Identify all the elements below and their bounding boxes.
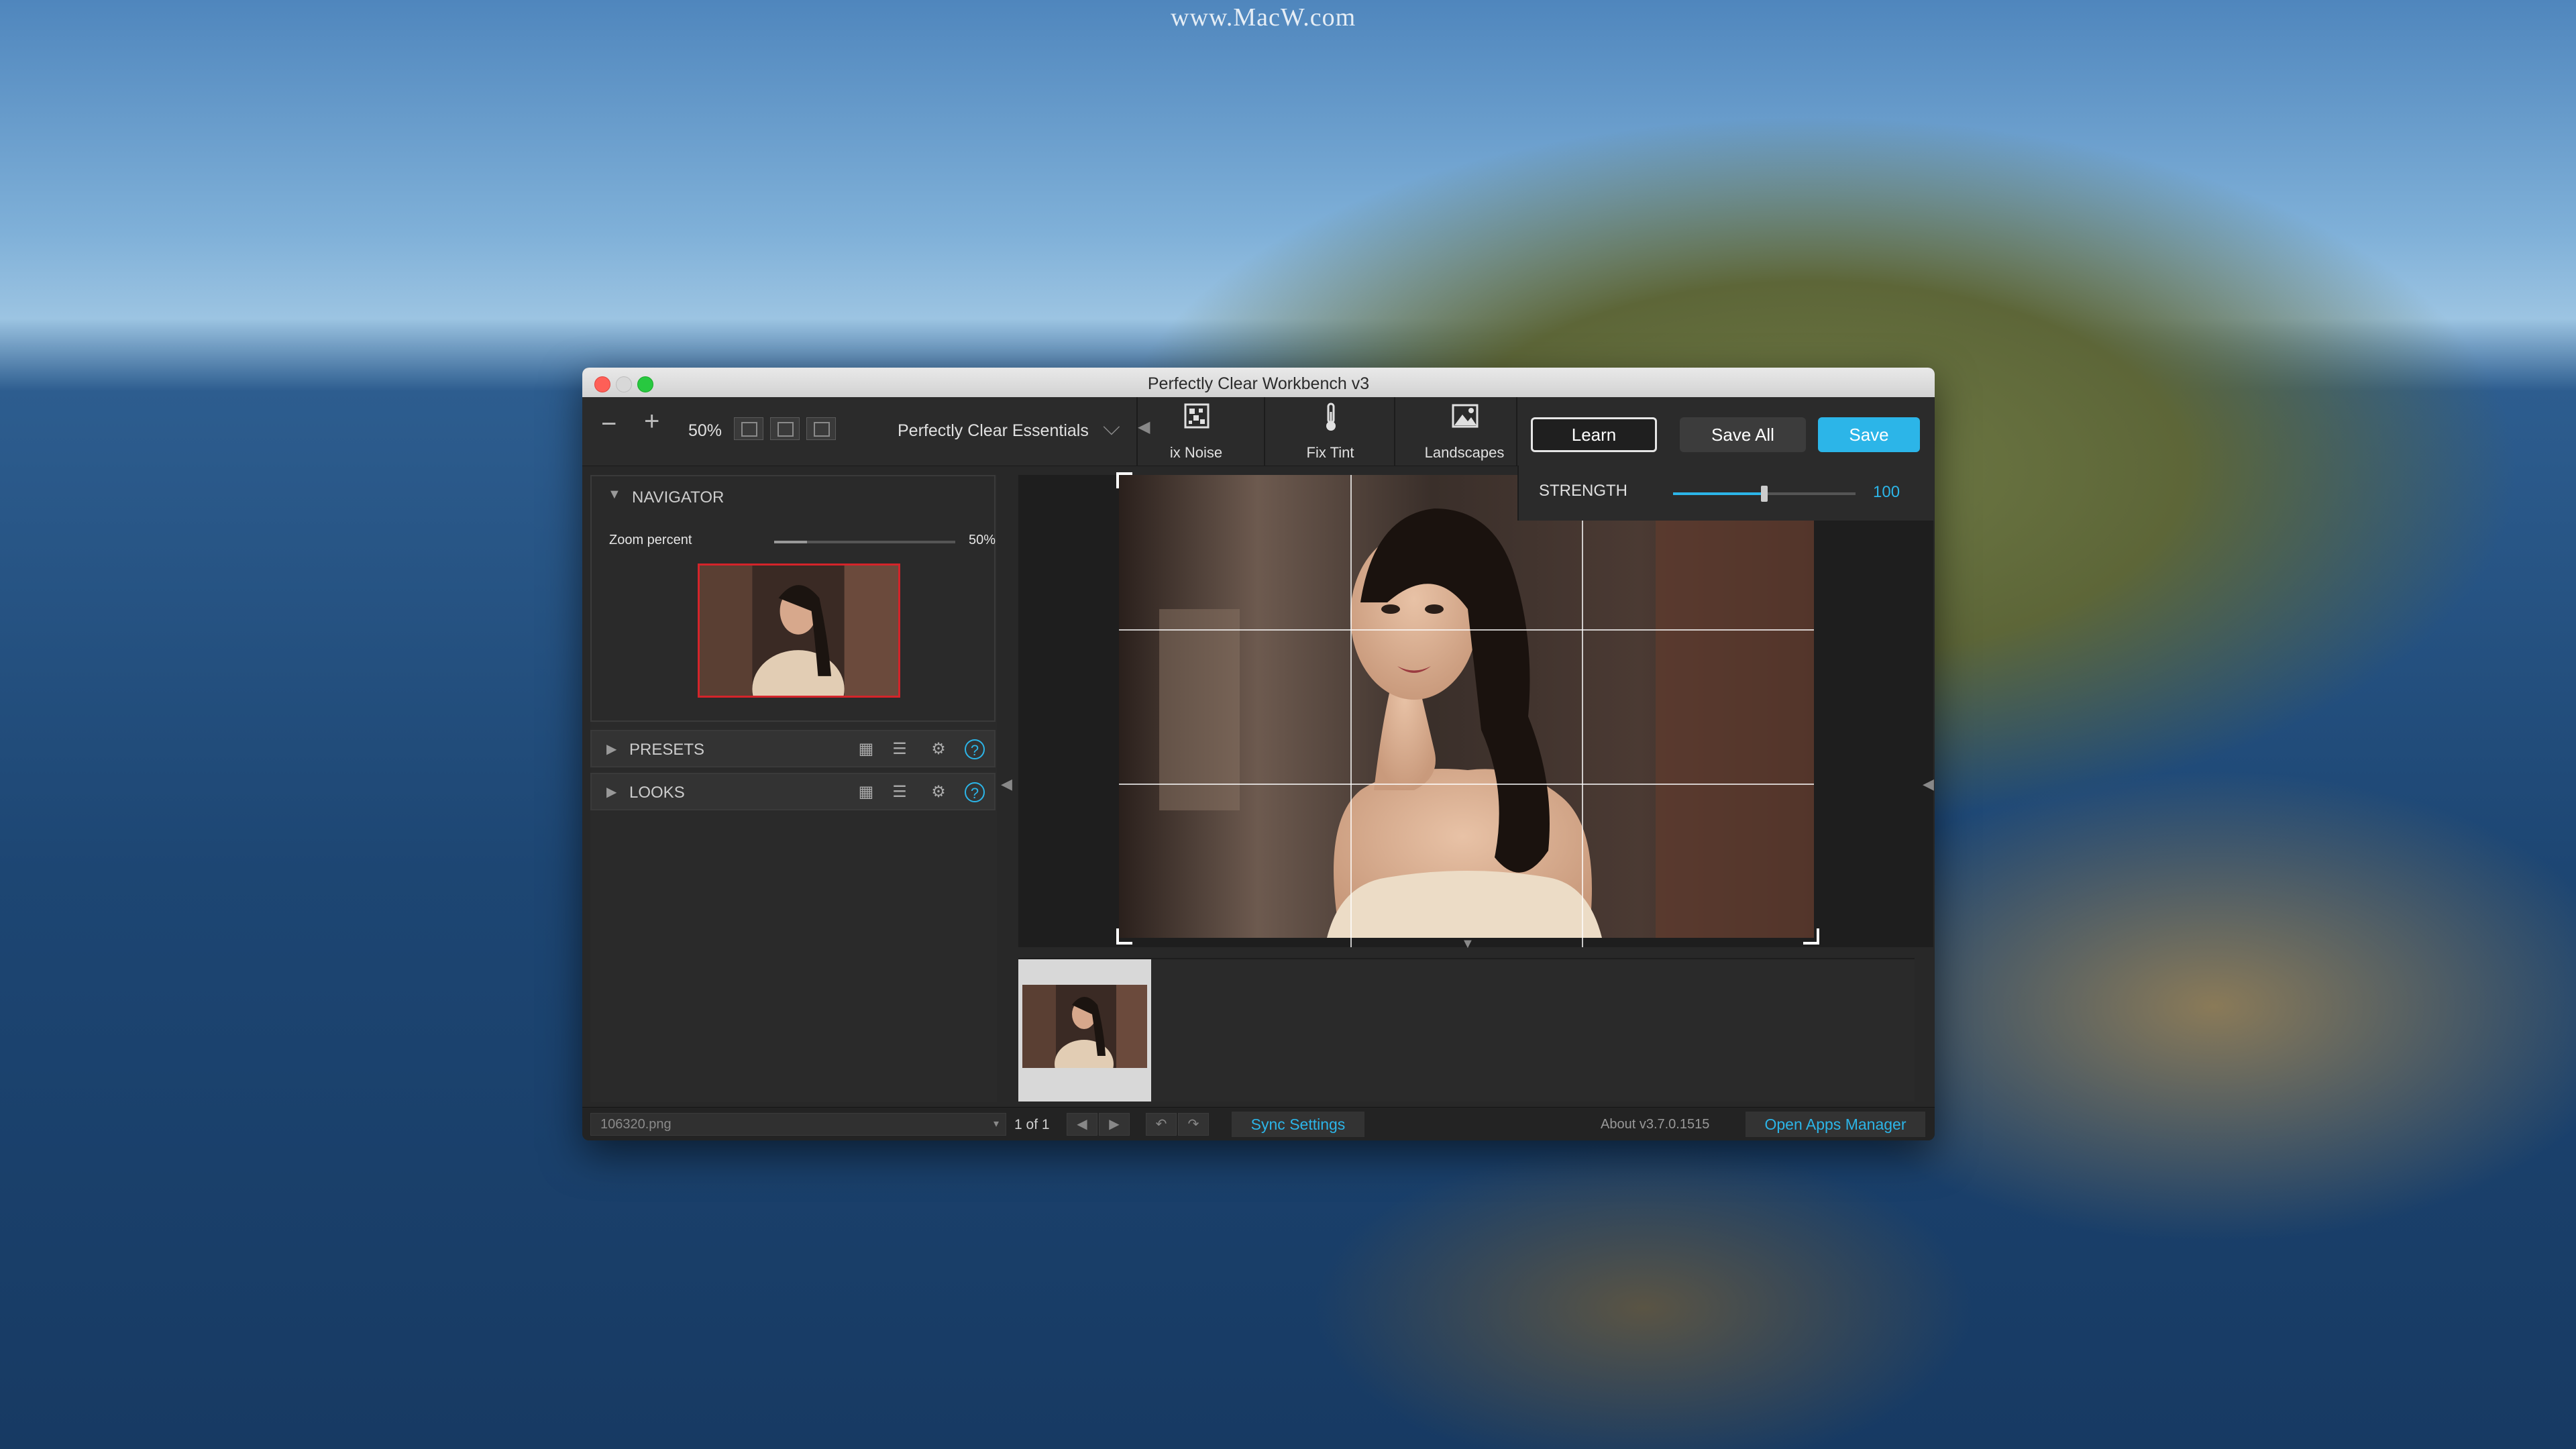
tool-label: Fix Tint	[1306, 444, 1354, 461]
looks-title: LOOKS	[629, 784, 685, 802]
title-bar: Perfectly Clear Workbench v3	[582, 368, 1935, 398]
grid-view-icon[interactable]: ▦	[857, 784, 875, 801]
about-version-link[interactable]: About v3.7.0.1515	[1601, 1117, 1709, 1132]
side-by-side-view-button[interactable]	[806, 417, 836, 440]
strength-slider-fill	[1673, 492, 1764, 495]
undo-button[interactable]: ↶	[1146, 1113, 1177, 1136]
toolbar-divider	[1394, 397, 1395, 466]
toolbar-divider	[1264, 397, 1265, 466]
presets-section-header[interactable]: ▶ PRESETS ▦ ☰ ⚙ ?	[590, 730, 996, 767]
strength-slider[interactable]	[1673, 486, 1856, 502]
save-all-button[interactable]: Save All	[1680, 417, 1806, 452]
strength-value: 100	[1873, 483, 1900, 501]
previous-image-button[interactable]: ◀	[1067, 1113, 1097, 1136]
navigator-title: NAVIGATOR	[632, 488, 724, 506]
next-image-button[interactable]: ▶	[1099, 1113, 1130, 1136]
zoom-level: 50%	[688, 421, 722, 440]
app-window: Perfectly Clear Workbench v3 − + 50% Per…	[582, 368, 1935, 1140]
tool-label: ix Noise	[1169, 444, 1223, 461]
zoom-percent-slider[interactable]	[774, 541, 955, 543]
zoom-slider-fill	[774, 541, 807, 543]
split-view-button[interactable]	[770, 417, 800, 440]
image-canvas[interactable]: ▼ ◀	[1018, 472, 1934, 951]
expand-triangle-icon[interactable]: ▶	[606, 741, 616, 757]
tool-fix-noise[interactable]: ix Noise	[1132, 397, 1260, 466]
help-icon[interactable]: ?	[965, 739, 985, 759]
save-button[interactable]: Save	[1818, 417, 1920, 452]
zoom-percent-label: Zoom percent	[609, 533, 692, 547]
toolbar: − + 50% Perfectly Clear Essentials ⌵ ◀ i…	[582, 397, 1935, 466]
redo-button[interactable]: ↷	[1178, 1113, 1209, 1136]
collapse-left-panel-icon[interactable]: ◀	[1001, 775, 1012, 793]
help-icon[interactable]: ?	[965, 782, 985, 802]
status-bar: 106320.png ▾ 1 of 1 ◀ ▶ ↶ ↷ Sync Setting…	[582, 1107, 1935, 1140]
collapse-triangle-icon[interactable]: ▼	[608, 487, 621, 502]
crop-handle[interactable]	[1116, 928, 1132, 945]
filmstrip	[1018, 958, 1915, 1102]
navigator-thumbnail[interactable]	[698, 564, 900, 698]
collapse-filmstrip-icon[interactable]: ▼	[1461, 936, 1474, 952]
landscape-icon	[1452, 404, 1479, 428]
chevron-down-icon[interactable]: ⌵	[1103, 415, 1120, 441]
main-photo	[1119, 475, 1814, 938]
crop-grid-line	[1350, 475, 1352, 947]
file-selector[interactable]: 106320.png ▾	[590, 1113, 1006, 1136]
grid-view-icon[interactable]: ▦	[857, 741, 875, 758]
left-panel: ▼ NAVIGATOR Zoom percent 50% ▶ PRESETS ▦…	[590, 475, 997, 1102]
collapse-right-panel-icon[interactable]: ◀	[1923, 775, 1934, 793]
filmstrip-item[interactable]	[1018, 959, 1151, 1102]
list-view-icon[interactable]: ☰	[891, 741, 908, 758]
toolbar-divider	[1516, 397, 1517, 466]
tool-landscapes[interactable]: Landscapes	[1401, 397, 1528, 466]
zoom-out-button[interactable]: −	[601, 409, 616, 439]
zoom-percent-value: 50%	[969, 533, 996, 547]
sync-settings-button[interactable]: Sync Settings	[1232, 1112, 1364, 1137]
strength-panel: STRENGTH 100	[1517, 466, 1935, 521]
open-apps-manager-button[interactable]: Open Apps Manager	[1746, 1112, 1925, 1137]
tool-fix-tint[interactable]: Fix Tint	[1267, 397, 1394, 466]
watermark-text: www.MacW.com	[1171, 3, 1356, 32]
learn-button[interactable]: Learn	[1531, 417, 1657, 452]
fix-noise-icon	[1184, 403, 1210, 429]
gear-icon[interactable]: ⚙	[930, 741, 947, 758]
looks-section-header[interactable]: ▶ LOOKS ▦ ☰ ⚙ ?	[590, 773, 996, 810]
navigator-section: ▼ NAVIGATOR Zoom percent 50%	[590, 475, 996, 722]
filmstrip-thumbnail	[1022, 985, 1147, 1068]
window-title: Perfectly Clear Workbench v3	[1147, 374, 1370, 393]
expand-triangle-icon[interactable]: ▶	[606, 784, 616, 800]
single-view-button[interactable]	[734, 417, 763, 440]
page-count: 1 of 1	[1014, 1117, 1050, 1132]
strength-label: STRENGTH	[1539, 482, 1627, 500]
gear-icon[interactable]: ⚙	[930, 784, 947, 801]
list-view-icon[interactable]: ☰	[891, 784, 908, 801]
chevron-down-icon: ▾	[993, 1118, 999, 1130]
thermometer-icon	[1326, 402, 1336, 431]
crop-handle[interactable]	[1116, 472, 1132, 488]
preset-selector[interactable]: Perfectly Clear Essentials	[898, 421, 1089, 441]
strength-slider-handle[interactable]	[1761, 486, 1768, 502]
crop-grid-line	[1119, 629, 1814, 631]
presets-title: PRESETS	[629, 741, 705, 759]
crop-handle[interactable]	[1803, 928, 1819, 945]
file-name: 106320.png	[600, 1117, 672, 1132]
crop-grid-line	[1119, 784, 1814, 785]
tool-label: Landscapes	[1424, 444, 1505, 461]
zoom-in-button[interactable]: +	[644, 407, 659, 437]
crop-grid-line	[1582, 475, 1583, 947]
